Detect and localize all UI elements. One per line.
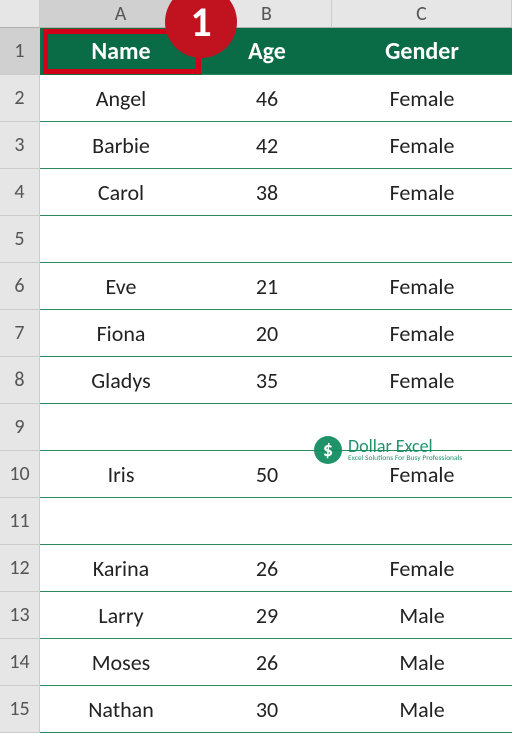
- cell-C15[interactable]: Male: [332, 686, 512, 733]
- cell-B13[interactable]: 29: [202, 592, 332, 639]
- cell-C4[interactable]: Female: [332, 169, 512, 216]
- table-row: 13 Larry 29 Male: [0, 592, 519, 639]
- table-row: 5: [0, 216, 519, 263]
- table-row: 6 Eve 21 Female: [0, 263, 519, 310]
- row-header-6[interactable]: 6: [0, 263, 40, 310]
- table-row: 4 Carol 38 Female: [0, 169, 519, 216]
- cell-A6[interactable]: Eve: [40, 263, 202, 310]
- table-row: 2 Angel 46 Female: [0, 75, 519, 122]
- row-header-8[interactable]: 8: [0, 357, 40, 404]
- cell-B2[interactable]: 46: [202, 75, 332, 122]
- table-row: 7 Fiona 20 Female: [0, 310, 519, 357]
- row-header-12[interactable]: 12: [0, 545, 40, 592]
- cell-B9[interactable]: [202, 404, 332, 451]
- row-header-13[interactable]: 13: [0, 592, 40, 639]
- cell-A11[interactable]: [40, 498, 202, 545]
- cell-A15[interactable]: Nathan: [40, 686, 202, 733]
- row-header-1[interactable]: 1: [0, 28, 40, 75]
- column-header-C[interactable]: C: [332, 0, 512, 28]
- cell-C7[interactable]: Female: [332, 310, 512, 357]
- table-row: 12 Karina 26 Female: [0, 545, 519, 592]
- row-header-9[interactable]: 9: [0, 404, 40, 451]
- watermark: $ Dollar Excel Excel Solutions For Busy …: [314, 436, 462, 464]
- cell-A13[interactable]: Larry: [40, 592, 202, 639]
- cell-C13[interactable]: Male: [332, 592, 512, 639]
- watermark-subtitle: Excel Solutions For Busy Professionals: [348, 455, 462, 463]
- cell-A4[interactable]: Carol: [40, 169, 202, 216]
- cell-B6[interactable]: 21: [202, 263, 332, 310]
- cell-C11[interactable]: [332, 498, 512, 545]
- cell-C1[interactable]: Gender: [332, 28, 512, 75]
- cell-B5[interactable]: [202, 216, 332, 263]
- table-row: 14 Moses 26 Male: [0, 639, 519, 686]
- cell-C6[interactable]: Female: [332, 263, 512, 310]
- row-header-3[interactable]: 3: [0, 122, 40, 169]
- cell-B10[interactable]: 50: [202, 451, 332, 498]
- cell-B12[interactable]: 26: [202, 545, 332, 592]
- cell-A10[interactable]: Iris: [40, 451, 202, 498]
- cell-A7[interactable]: Fiona: [40, 310, 202, 357]
- select-all-corner[interactable]: [0, 0, 40, 28]
- cell-C8[interactable]: Female: [332, 357, 512, 404]
- cell-A9[interactable]: [40, 404, 202, 451]
- cell-B8[interactable]: 35: [202, 357, 332, 404]
- cell-B14[interactable]: 26: [202, 639, 332, 686]
- row-header-2[interactable]: 2: [0, 75, 40, 122]
- cell-B3[interactable]: 42: [202, 122, 332, 169]
- cell-C2[interactable]: Female: [332, 75, 512, 122]
- row-header-15[interactable]: 15: [0, 686, 40, 733]
- cell-B11[interactable]: [202, 498, 332, 545]
- cell-A12[interactable]: Karina: [40, 545, 202, 592]
- cell-C14[interactable]: Male: [332, 639, 512, 686]
- cell-A2[interactable]: Angel: [40, 75, 202, 122]
- table-row: 8 Gladys 35 Female: [0, 357, 519, 404]
- cell-A3[interactable]: Barbie: [40, 122, 202, 169]
- row-header-14[interactable]: 14: [0, 639, 40, 686]
- watermark-text: Dollar Excel Excel Solutions For Busy Pr…: [348, 437, 462, 463]
- row-header-7[interactable]: 7: [0, 310, 40, 357]
- table-row: 15 Nathan 30 Male: [0, 686, 519, 733]
- cell-B15[interactable]: 30: [202, 686, 332, 733]
- row-header-5[interactable]: 5: [0, 216, 40, 263]
- table-row: 11: [0, 498, 519, 545]
- cell-B7[interactable]: 20: [202, 310, 332, 357]
- cell-C3[interactable]: Female: [332, 122, 512, 169]
- row-header-11[interactable]: 11: [0, 498, 40, 545]
- cell-C12[interactable]: Female: [332, 545, 512, 592]
- cell-A5[interactable]: [40, 216, 202, 263]
- cell-B4[interactable]: 38: [202, 169, 332, 216]
- cell-A8[interactable]: Gladys: [40, 357, 202, 404]
- spreadsheet: A B C 1 Name Age Gender 2 Angel 46 Femal…: [0, 0, 519, 733]
- cell-C5[interactable]: [332, 216, 512, 263]
- row-header-4[interactable]: 4: [0, 169, 40, 216]
- watermark-title: Dollar Excel: [348, 437, 462, 455]
- column-headers-row: A B C: [0, 0, 519, 28]
- table-row: 3 Barbie 42 Female: [0, 122, 519, 169]
- cell-A14[interactable]: Moses: [40, 639, 202, 686]
- table-row: 1 Name Age Gender: [0, 28, 519, 75]
- dollar-icon: $: [314, 436, 342, 464]
- row-header-10[interactable]: 10: [0, 451, 40, 498]
